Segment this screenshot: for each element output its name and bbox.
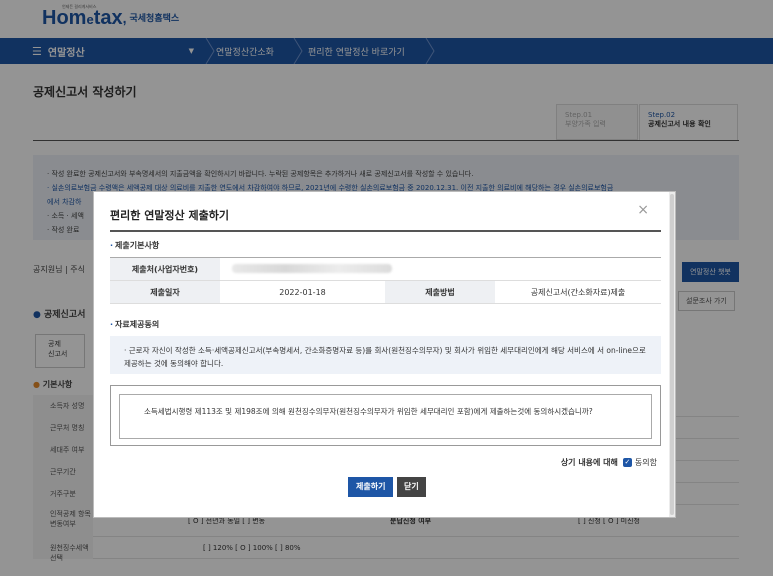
submit-modal: 편리한 연말정산 제출하기 × 제출기본사항 제출처(사업자번호) 제출일자 2… <box>93 191 676 518</box>
submit-info-table: 제출처(사업자번호) 제출일자 2022-01-18 제출방법 공제신고서(간소… <box>110 257 661 304</box>
submitter-value <box>220 257 661 281</box>
section-submit-info: 제출기본사항 <box>110 240 159 251</box>
modal-scrollbar[interactable] <box>669 192 675 517</box>
agree-row: 상기 내용에 대해 ✓ 동의함 <box>560 457 657 468</box>
close-button[interactable]: 닫기 <box>397 477 426 497</box>
row-date-label: 제출일자 <box>110 280 220 304</box>
submit-method: 공제신고서(간소화자료)제출 <box>495 280 661 304</box>
consent-description: · 근로자 자신이 작성한 소득·세액공제신고서(부속명세서, 간소화증명자료 … <box>110 336 661 374</box>
modal-title: 편리한 연말정산 제출하기 <box>110 209 229 222</box>
submit-date: 2022-01-18 <box>220 280 385 304</box>
submit-button[interactable]: 제출하기 <box>348 477 394 497</box>
consent-question-box: 소득세법시행령 제113조 및 제198조에 의해 원천징수의무자(원천징수의무… <box>110 385 661 446</box>
row-submitter-label: 제출처(사업자번호) <box>110 257 220 281</box>
modal-divider <box>110 230 661 232</box>
close-icon[interactable]: × <box>637 202 649 218</box>
row-method-label: 제출방법 <box>385 280 495 304</box>
section-consent: 자료제공동의 <box>110 319 159 330</box>
consent-question: 소득세법시행령 제113조 및 제198조에 의해 원천징수의무자(원천징수의무… <box>119 394 652 439</box>
blurred-value <box>232 263 392 273</box>
agree-label[interactable]: 동의함 <box>635 457 657 468</box>
agree-checkbox[interactable]: ✓ <box>622 458 632 467</box>
